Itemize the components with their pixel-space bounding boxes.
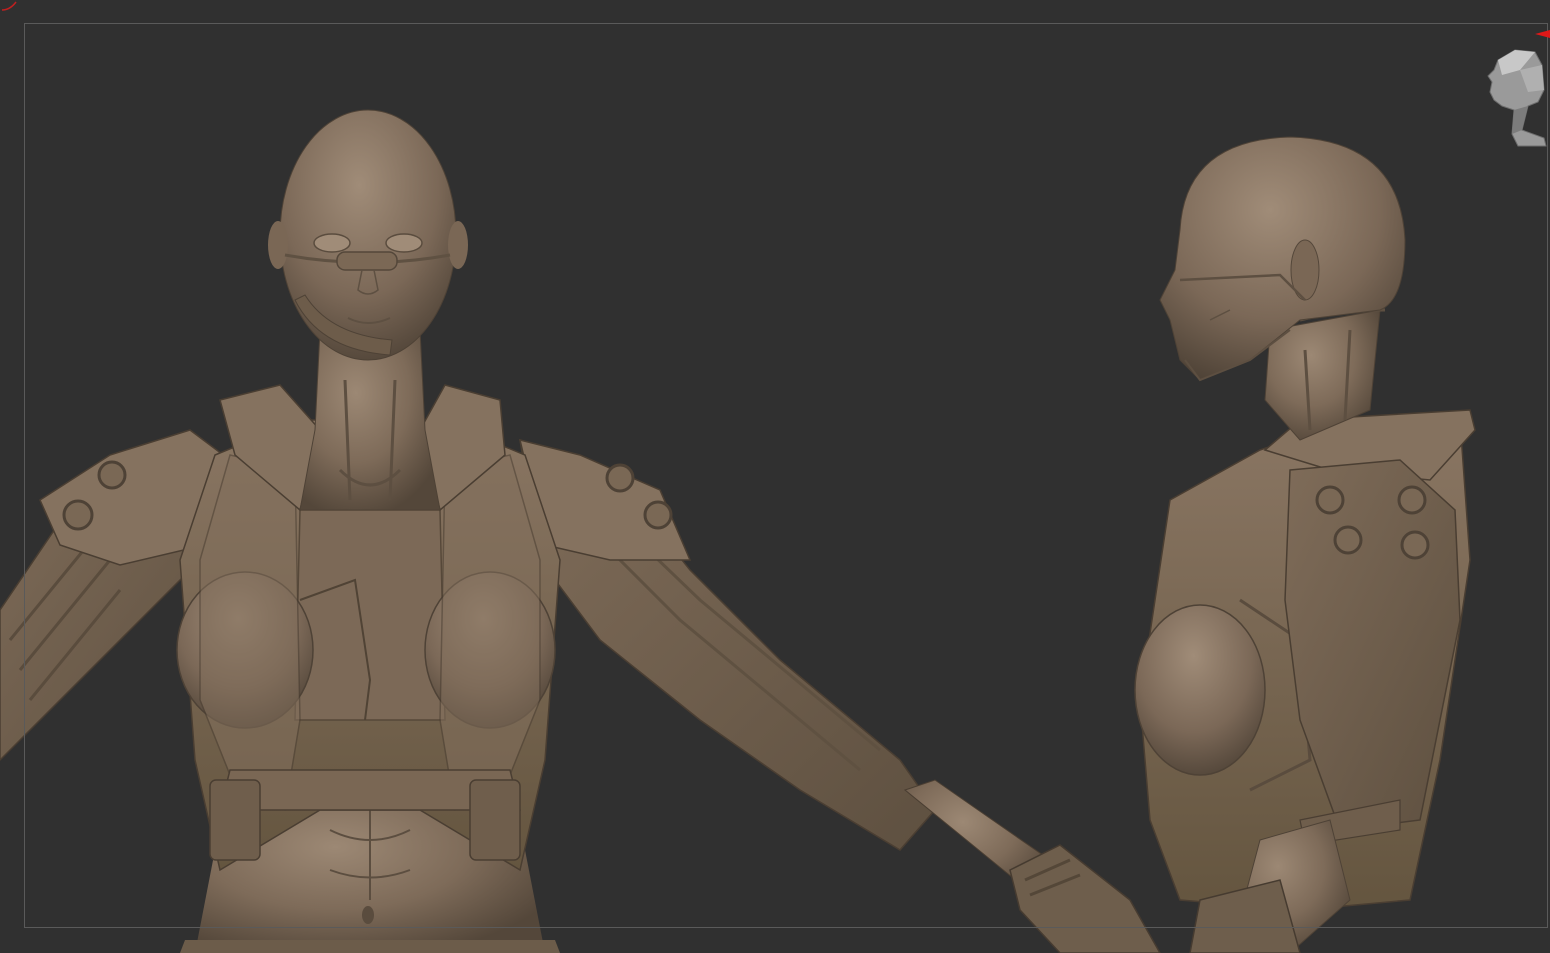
sculpt-scene[interactable]	[0, 0, 1550, 953]
side-view-figure[interactable]	[1134, 136, 1476, 953]
3d-viewport[interactable]	[0, 0, 1550, 953]
front-crop-top	[294, 509, 446, 721]
front-view-figure[interactable]	[0, 109, 1161, 953]
right-glove	[1009, 844, 1161, 953]
head-orientation-gizmo-icon[interactable]	[1480, 30, 1550, 150]
